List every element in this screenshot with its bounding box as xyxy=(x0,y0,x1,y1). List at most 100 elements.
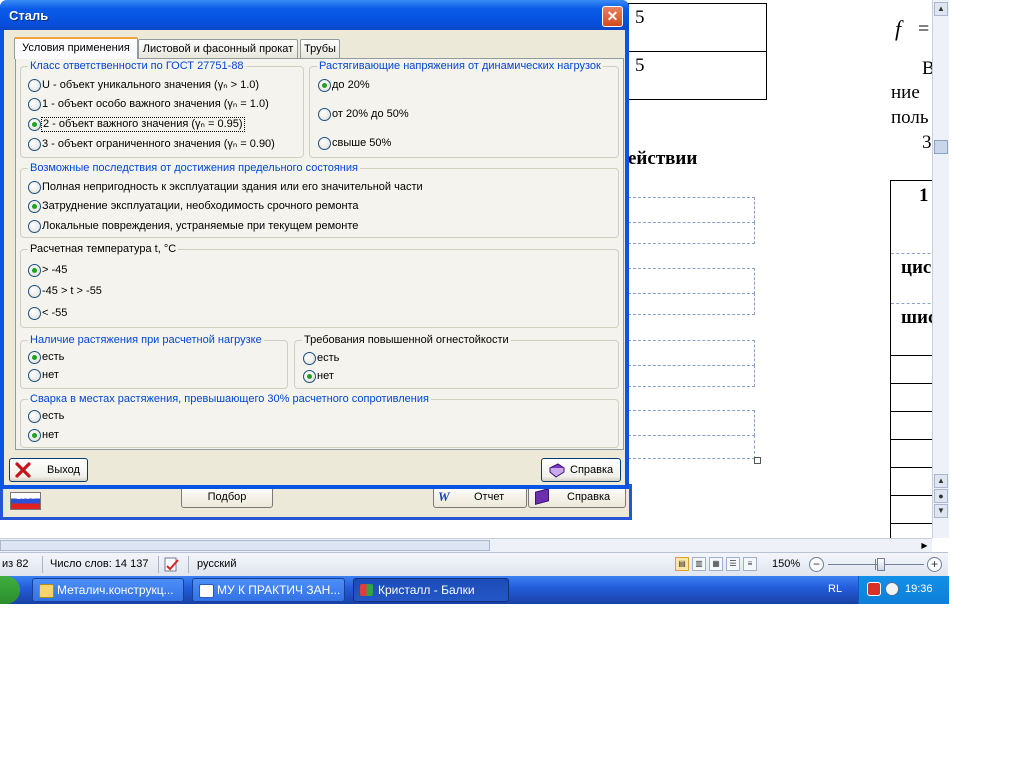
group-responsibility: Класс ответственности по ГОСТ 27751-88 U… xyxy=(20,60,304,158)
word-report-icon: W xyxy=(438,489,450,504)
exit-button[interactable]: Выход xyxy=(9,458,88,482)
zoom-level[interactable]: 150% xyxy=(772,558,800,570)
vertical-scrollbar[interactable]: ▲ ▲ ● ▼ xyxy=(932,0,949,538)
doc-text-fragment: В xyxy=(922,58,932,79)
tab-label: Листовой и фасонный прокат xyxy=(142,43,294,55)
scroll-right-icon[interactable]: ▶ xyxy=(918,540,931,551)
help-book-icon xyxy=(549,463,565,486)
doc-cell-text: 5 xyxy=(635,7,645,28)
doc-formula-op: = xyxy=(918,18,930,40)
zoom-in-icon[interactable]: + xyxy=(927,557,942,572)
word-status-bar: из 82 Число слов: 14 137 русский ▤ ▥ ▦ ☰… xyxy=(0,552,948,577)
doc-table-cell: 5 xyxy=(628,3,767,53)
spellcheck-icon[interactable] xyxy=(164,556,182,574)
tab-panel: Класс ответственности по ГОСТ 27751-88 U… xyxy=(15,58,624,450)
doc-frame xyxy=(628,435,755,459)
page-indicator[interactable]: из 82 xyxy=(2,558,28,570)
tab-conditions[interactable]: Условия применения xyxy=(14,37,138,59)
language-indicator[interactable]: русский xyxy=(197,558,236,570)
app-help-button[interactable]: Справка xyxy=(528,486,626,508)
group-tension: Наличие растяжения при расчетной нагрузк… xyxy=(20,334,288,389)
browse-object-icon[interactable]: ● xyxy=(934,489,948,503)
radio-label: U - объект уникального значения (γₙ > 1.… xyxy=(42,79,260,91)
doc-right-table: 1 цис шис xyxy=(890,180,932,538)
outline-view-icon[interactable]: ☰ xyxy=(726,557,740,571)
radio-label: свыше 50% xyxy=(332,137,392,149)
draft-view-icon[interactable]: ≡ xyxy=(743,557,757,571)
exit-button-label: Выход xyxy=(47,464,80,476)
doc-frame xyxy=(628,340,755,366)
print-layout-icon[interactable]: ▤ xyxy=(675,557,689,571)
scroll-thumb[interactable] xyxy=(934,140,948,154)
doc-frame xyxy=(628,268,755,294)
antivirus-icon[interactable] xyxy=(867,582,881,596)
radio-circle xyxy=(303,370,316,383)
help-button[interactable]: Справка xyxy=(541,458,621,482)
help-button-label: Справка xyxy=(570,464,614,476)
group-title: Возможные последствия от достижения пред… xyxy=(28,162,360,174)
radio-circle xyxy=(28,429,41,442)
doc-table-text: шис xyxy=(901,307,932,328)
tab-pipes[interactable]: Трубы xyxy=(300,39,340,58)
taskbar-item-folder[interactable]: Металич.конструкц... xyxy=(32,578,184,602)
taskbar-item-kristall[interactable]: Кристалл - Балки xyxy=(353,578,509,602)
radio-label: Затруднение эксплуатации, необходимость … xyxy=(42,200,359,212)
radio-label: Полная непригодность к эксплуатации здан… xyxy=(42,181,423,193)
help-book-icon xyxy=(535,488,549,505)
doc-text-fragment: 3 xyxy=(922,132,932,153)
radio-circle xyxy=(28,264,41,277)
doc-text-fragment: поль xyxy=(891,107,929,128)
dialog-titlebar[interactable]: Сталь ✕ xyxy=(0,0,629,30)
radio-circle xyxy=(28,285,41,298)
taskbar-item-word-doc[interactable]: МУ К ПРАКТИЧ ЗАН... xyxy=(192,578,345,602)
start-button[interactable] xyxy=(0,576,20,604)
radio-label: Локальные повреждения, устраняемые при т… xyxy=(42,220,359,232)
scroll-up-icon[interactable]: ▲ xyxy=(934,474,948,488)
zoom-slider-thumb[interactable] xyxy=(876,558,885,571)
reading-layout-icon[interactable]: ▥ xyxy=(692,557,706,571)
close-icon: ✕ xyxy=(606,8,619,24)
doc-formula-var: f xyxy=(895,16,902,41)
radio-circle xyxy=(303,352,316,365)
select-button-label: Подбор xyxy=(207,491,247,503)
scroll-up-icon[interactable]: ▲ xyxy=(934,2,948,16)
select-button[interactable]: Подбор xyxy=(181,486,273,508)
radio-circle xyxy=(28,181,41,194)
report-button-label: Отчет xyxy=(474,491,505,503)
word-count[interactable]: Число слов: 14 137 xyxy=(50,558,148,570)
radio-label: < -55 xyxy=(42,307,68,319)
taskbar-item-label: Кристалл - Балки xyxy=(378,583,475,597)
radio-circle xyxy=(28,79,41,92)
clock: 19:36 xyxy=(905,583,933,595)
radio-label: -45 > t > -55 xyxy=(42,285,102,297)
volume-icon[interactable] xyxy=(885,582,899,596)
doc-frame xyxy=(628,197,755,223)
frame-resize-handle[interactable] xyxy=(754,457,761,464)
logo-flag-icon: 2004 xyxy=(10,492,41,510)
tab-label: Условия применения xyxy=(22,42,130,54)
hscroll-thumb[interactable] xyxy=(0,540,490,551)
radio-circle xyxy=(28,138,41,151)
doc-table-text: цис xyxy=(901,257,932,278)
doc-frame xyxy=(628,222,755,244)
report-button[interactable]: W Отчет xyxy=(433,486,527,508)
radio-circle xyxy=(28,369,41,382)
doc-frame xyxy=(628,410,755,436)
radio-label: есть xyxy=(42,351,65,363)
close-button[interactable]: ✕ xyxy=(602,6,623,27)
input-language[interactable]: RL xyxy=(828,583,842,595)
tab-sheet-profile[interactable]: Листовой и фасонный прокат xyxy=(138,39,298,58)
scroll-down-icon[interactable]: ▼ xyxy=(934,504,948,518)
group-title: Растягивающие напряжения от динамических… xyxy=(317,60,603,72)
app-help-button-label: Справка xyxy=(567,491,611,503)
radio-label: нет xyxy=(42,369,59,381)
taskbar: Металич.конструкц... МУ К ПРАКТИЧ ЗАН...… xyxy=(0,576,949,604)
web-layout-icon[interactable]: ▦ xyxy=(709,557,723,571)
group-title: Класс ответственности по ГОСТ 27751-88 xyxy=(28,60,246,72)
doc-frame xyxy=(628,293,755,315)
doc-text-fragment: ние xyxy=(891,82,920,103)
radio-circle xyxy=(28,220,41,233)
horizontal-scrollbar[interactable]: ▶ xyxy=(0,538,932,553)
doc-cell-text: 5 xyxy=(635,55,645,76)
zoom-out-icon[interactable]: − xyxy=(809,557,824,572)
